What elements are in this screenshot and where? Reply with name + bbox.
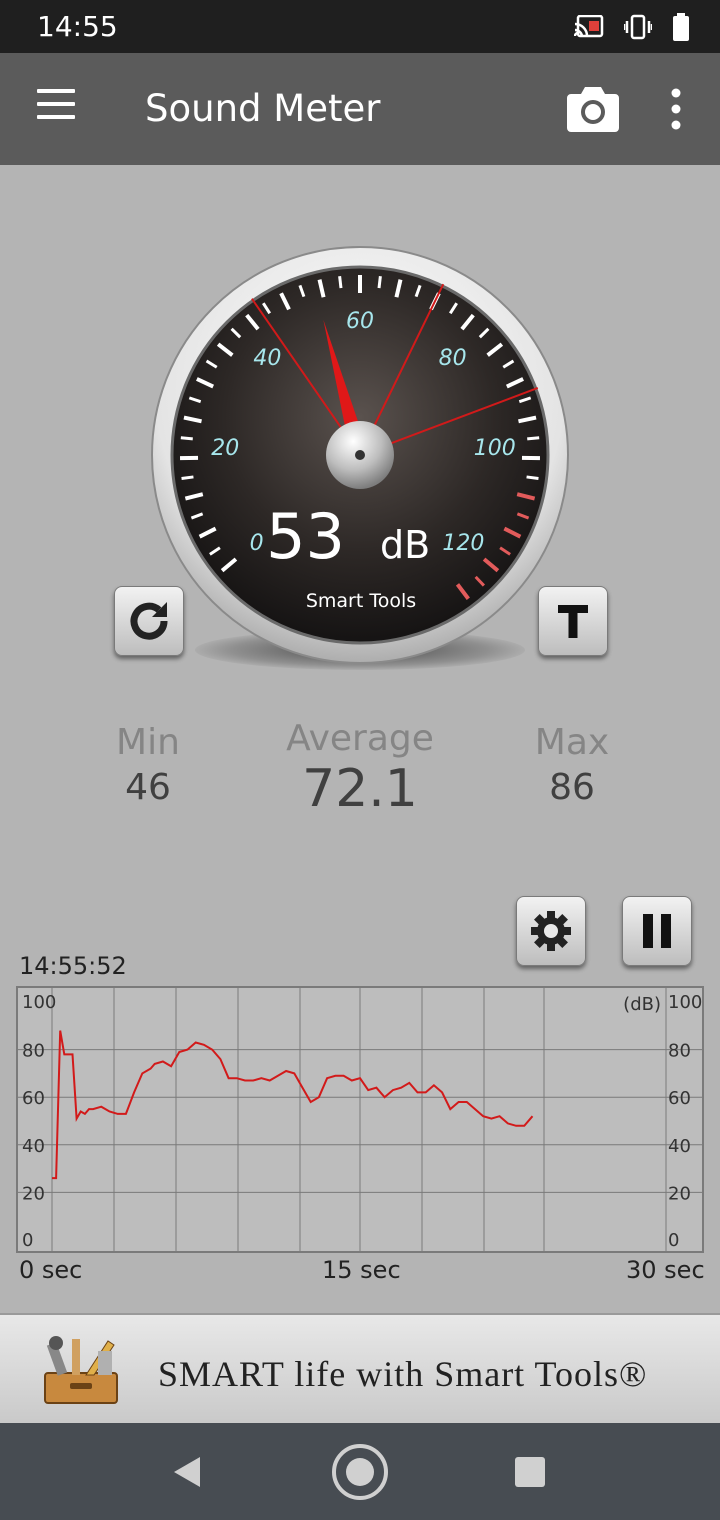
gauge-scale-label: 120	[442, 531, 484, 556]
chart-y-tick-label: 20	[668, 1183, 691, 1204]
gauge-tick	[527, 436, 540, 441]
gauge-scale-label: 80	[439, 346, 467, 371]
gauge-tick	[377, 275, 382, 289]
chart-y-tick-label: 60	[22, 1088, 45, 1109]
max-value: 86	[549, 767, 595, 808]
pause-button[interactable]	[622, 896, 692, 966]
gauge-reading-unit: dB	[380, 523, 430, 567]
average-label: Average	[286, 718, 434, 759]
chart-y-tick-label: 80	[668, 1041, 691, 1062]
text-t-icon	[558, 605, 588, 638]
chart-settings-button[interactable]	[516, 896, 586, 966]
status-icons	[574, 12, 690, 42]
more-options-icon[interactable]	[660, 83, 692, 135]
gauge-scale-label: 100	[474, 436, 516, 461]
home-icon[interactable]	[331, 1443, 389, 1501]
min-stat: Min 46	[88, 722, 208, 808]
chart-y-tick-label: 0	[22, 1230, 33, 1251]
chart-y-tick-label: 100	[22, 992, 56, 1013]
gear-icon	[531, 911, 571, 951]
chart-y-tick-label: 0	[668, 1230, 679, 1251]
app-bar: Sound Meter	[0, 53, 720, 165]
app-title: Sound Meter	[145, 87, 381, 130]
gauge-scale-label: 60	[346, 309, 374, 334]
menu-button[interactable]	[30, 89, 82, 129]
chart-y-tick-label: 40	[668, 1136, 691, 1157]
menu-icon-bar	[37, 115, 75, 119]
chart-y-tick-label: 20	[22, 1183, 45, 1204]
ad-banner[interactable]: SMART life with Smart Tools®	[0, 1313, 720, 1425]
gauge-brand-label: Smart Tools	[306, 590, 416, 612]
sound-level-chart: 100 80 60 40 20 0 100 80 60 40 20 0 (dB)	[16, 986, 704, 1253]
battery-icon	[673, 13, 689, 41]
vibrate-icon	[624, 14, 652, 40]
camera-icon[interactable]	[565, 86, 621, 134]
chart-y-tick-label: 100	[668, 992, 702, 1013]
gauge-tick	[526, 475, 539, 480]
reset-button[interactable]	[114, 586, 184, 656]
menu-icon-bar	[37, 102, 75, 106]
gauge-tick	[338, 275, 343, 289]
gauge-tick	[181, 475, 194, 480]
min-value: 46	[125, 767, 171, 808]
average-value: 72.1	[302, 759, 418, 819]
chart-y-tick-label: 60	[668, 1088, 691, 1109]
max-stat: Max 86	[512, 722, 632, 808]
text-mode-button[interactable]	[538, 586, 608, 656]
gauge-reading-value: 53	[266, 500, 345, 573]
x-label-end: 30 sec	[626, 1256, 705, 1284]
sound-level-gauge: 0 20 40 60 80 100 120 53 dB Smart Tools	[151, 246, 569, 664]
system-nav-bar	[0, 1423, 720, 1520]
gauge-scale-label: 40	[253, 346, 281, 371]
menu-icon-bar	[37, 89, 75, 93]
refresh-icon	[130, 602, 168, 640]
status-bar: 14:55	[0, 0, 720, 53]
status-time: 14:55	[37, 10, 118, 43]
x-label-start: 0 sec	[19, 1256, 83, 1284]
gauge-scale-label: 20	[211, 436, 239, 461]
pause-icon	[643, 914, 671, 948]
average-stat: Average 72.1	[260, 718, 460, 819]
chart-y-tick-label: 80	[22, 1041, 45, 1062]
gauge-scale-label: 0	[250, 531, 264, 556]
cast-icon	[574, 15, 604, 38]
gauge-tick	[180, 436, 193, 441]
back-icon[interactable]	[170, 1455, 204, 1489]
toolbox-logo-icon	[44, 1336, 118, 1404]
chart-start-time: 14:55:52	[19, 952, 127, 980]
chart-y-tick-label: 40	[22, 1136, 45, 1157]
max-label: Max	[534, 722, 610, 763]
ad-banner-text: SMART life with Smart Tools®	[158, 1354, 648, 1394]
chart-unit-label: (dB)	[623, 994, 661, 1015]
gauge-hub-pin	[355, 450, 365, 460]
recents-icon[interactable]	[514, 1456, 546, 1488]
x-label-middle: 15 sec	[322, 1256, 401, 1284]
min-label: Min	[116, 722, 180, 763]
